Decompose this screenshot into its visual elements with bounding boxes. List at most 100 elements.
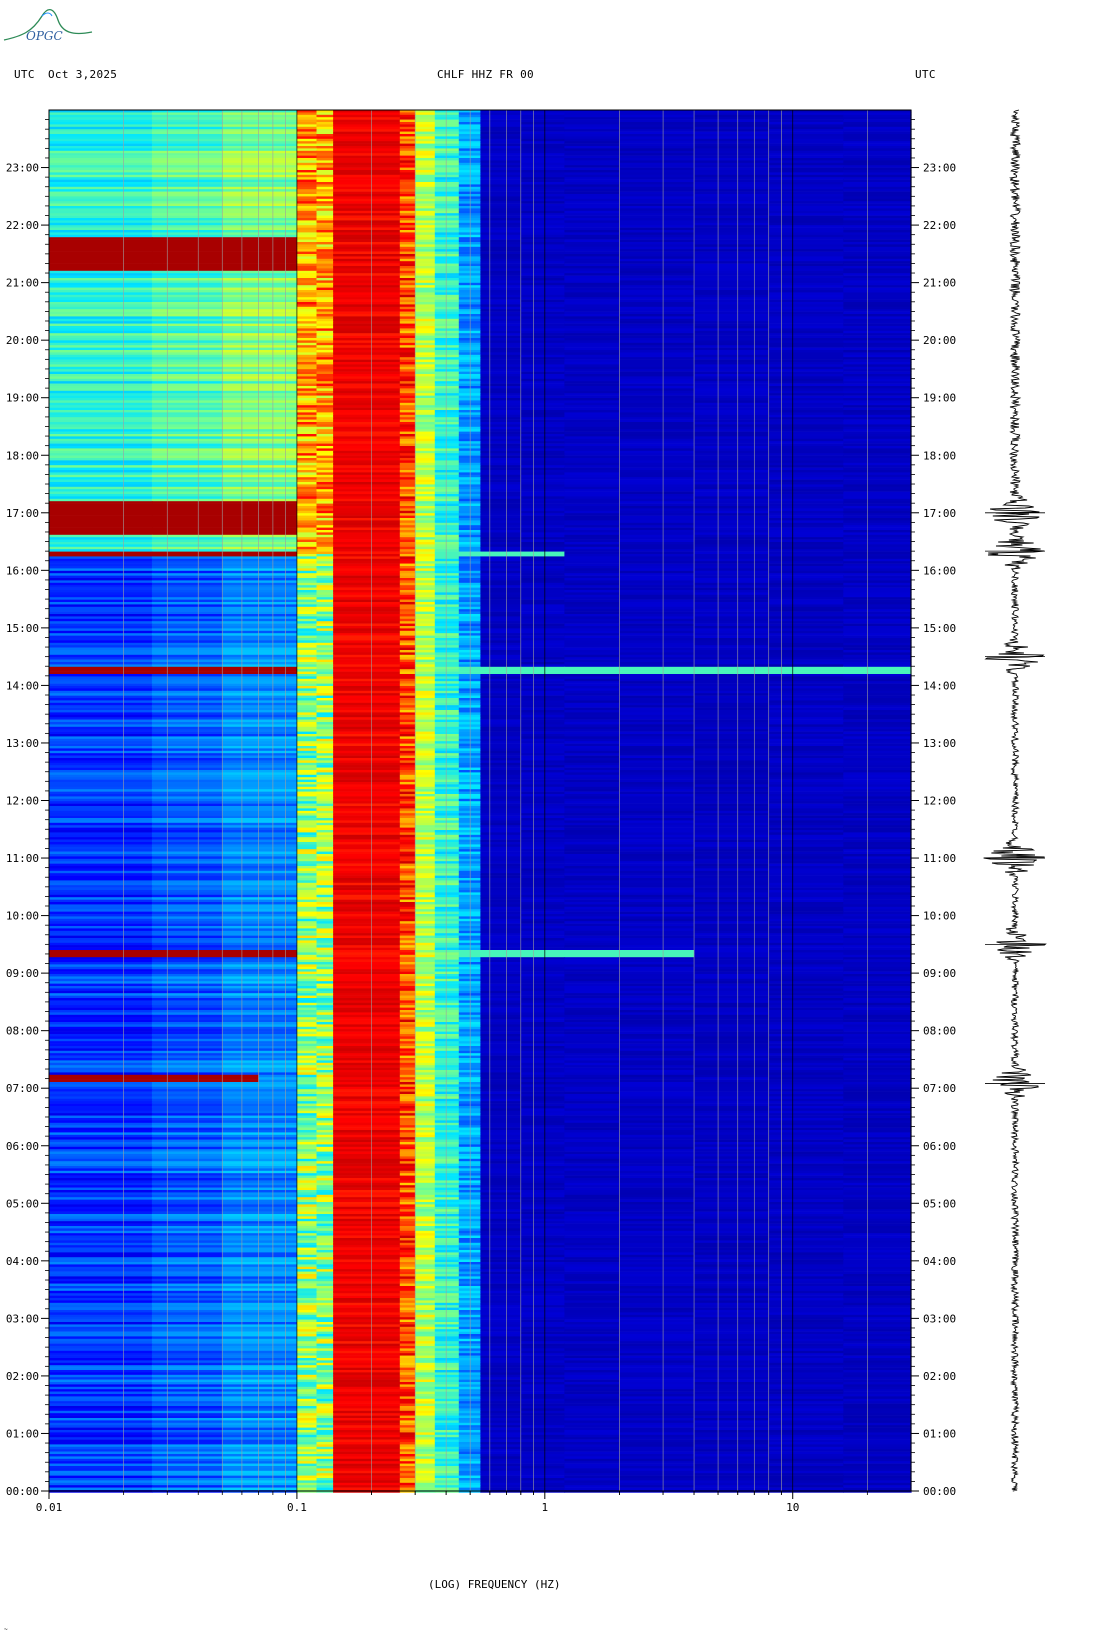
heat-cell xyxy=(333,746,401,749)
heat-cell xyxy=(564,508,620,512)
heat-cell xyxy=(151,616,223,620)
heat-cell xyxy=(520,602,566,605)
heat-cell xyxy=(222,378,260,382)
heat-cell xyxy=(415,330,436,334)
heat-cell xyxy=(151,770,223,773)
heat-cell xyxy=(151,114,223,118)
heat-cell xyxy=(564,256,620,260)
heat-cell xyxy=(333,446,401,449)
heat-cell xyxy=(619,323,695,327)
heat-cell xyxy=(222,604,260,608)
heat-cell xyxy=(333,165,401,168)
heat-cell xyxy=(222,575,260,579)
heat-cell xyxy=(480,506,522,509)
heat-cell xyxy=(843,215,912,219)
heat-cell xyxy=(694,508,770,512)
heat-cell xyxy=(222,321,260,324)
heat-cell xyxy=(316,371,334,375)
heat-cell xyxy=(415,141,436,144)
heat-cell xyxy=(258,378,298,382)
heat-cell xyxy=(694,688,770,692)
heat-cell xyxy=(333,731,401,735)
heat-cell xyxy=(520,162,566,166)
heat-cell xyxy=(296,734,318,737)
heat-cell xyxy=(151,549,223,552)
heat-cell xyxy=(222,191,260,195)
heat-cell xyxy=(434,455,460,459)
heat-cell xyxy=(151,323,223,327)
heat-cell xyxy=(619,532,695,536)
heat-cell xyxy=(296,378,318,382)
heat-cell xyxy=(480,698,522,701)
heat-cell xyxy=(151,606,223,610)
heat-cell xyxy=(316,395,334,399)
heat-cell xyxy=(434,374,460,377)
heat-cell xyxy=(415,201,436,204)
heat-cell xyxy=(258,462,298,466)
heat-cell xyxy=(619,261,695,264)
heat-cell xyxy=(768,234,844,238)
heat-cell xyxy=(399,146,416,149)
heat-cell xyxy=(399,172,416,176)
heat-cell xyxy=(694,458,770,461)
heat-cell xyxy=(520,652,566,656)
heat-cell xyxy=(258,196,298,200)
heat-cell xyxy=(520,465,566,468)
heat-cell xyxy=(520,237,566,240)
heat-cell xyxy=(296,443,318,447)
heat-cell xyxy=(258,114,298,118)
heat-cell xyxy=(316,491,334,495)
heat-cell xyxy=(564,712,620,716)
heat-cell xyxy=(619,582,695,586)
heat-cell xyxy=(843,647,912,651)
heat-cell xyxy=(49,664,153,668)
heat-cell xyxy=(399,434,416,437)
heat-cell xyxy=(415,162,436,166)
heat-cell xyxy=(843,256,912,260)
heat-cell xyxy=(316,592,334,596)
heat-cell xyxy=(694,525,770,528)
heat-cell xyxy=(49,702,153,706)
heat-cell xyxy=(316,544,334,548)
heat-cell xyxy=(480,174,522,178)
heat-cell xyxy=(415,182,436,185)
heat-cell xyxy=(415,405,436,408)
heat-cell xyxy=(399,568,416,572)
heat-cell xyxy=(520,294,566,298)
heat-cell xyxy=(296,297,318,300)
heat-cell xyxy=(434,458,460,461)
heat-cell xyxy=(222,218,260,221)
heat-cell xyxy=(768,465,844,468)
heat-cell xyxy=(296,347,318,351)
heat-cell xyxy=(258,441,298,444)
heat-cell xyxy=(296,465,318,468)
heat-cell xyxy=(434,513,460,516)
heat-cell xyxy=(151,167,223,171)
heat-cell xyxy=(768,141,844,144)
heat-cell xyxy=(434,770,460,773)
heat-cell xyxy=(399,450,416,454)
heat-cell xyxy=(564,635,620,639)
heat-cell xyxy=(694,306,770,310)
heat-cell xyxy=(222,210,260,214)
heat-cell xyxy=(151,688,223,692)
heat-cell xyxy=(520,760,566,764)
heat-cell xyxy=(434,371,460,375)
heat-cell xyxy=(151,484,223,488)
heat-cell xyxy=(333,282,401,286)
heat-cell xyxy=(222,491,260,495)
heat-cell xyxy=(564,645,620,648)
heat-cell xyxy=(768,695,844,699)
heat-cell xyxy=(843,506,912,509)
heat-cell xyxy=(480,647,522,651)
heat-cell xyxy=(296,758,318,761)
heat-cell xyxy=(619,474,695,478)
heat-cell xyxy=(694,345,770,348)
heat-cell xyxy=(296,326,318,329)
heat-cell xyxy=(415,472,436,476)
heat-cell xyxy=(222,743,260,747)
heat-cell xyxy=(49,352,153,356)
heat-cell xyxy=(434,609,460,612)
heat-cell xyxy=(415,496,436,500)
heat-cell xyxy=(520,470,566,473)
